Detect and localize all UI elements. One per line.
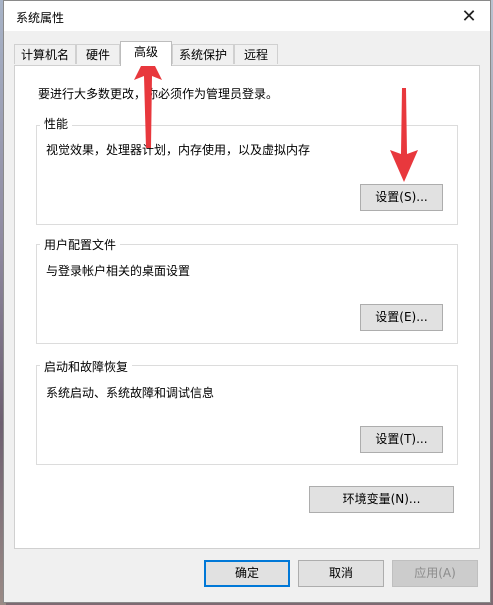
user-profiles-description: 与登录帐户相关的桌面设置 [46,264,191,278]
startup-recovery-group-title: 启动和故障恢复 [40,358,133,375]
title-bar: 系统属性 ✕ [4,1,490,31]
cancel-button[interactable]: 取消 [298,560,384,587]
tab-hardware[interactable]: 硬件 [76,44,120,64]
performance-group-title: 性能 [40,115,73,132]
user-profiles-group-title: 用户配置文件 [40,236,121,253]
tab-system-protection[interactable]: 系统保护 [172,44,234,64]
tab-remote[interactable]: 远程 [234,44,278,64]
performance-description: 视觉效果，处理器计划，内存使用，以及虚拟内存 [46,143,311,157]
ok-button[interactable]: 确定 [204,560,290,587]
user-profiles-settings-button[interactable]: 设置(E)... [360,304,443,331]
window-title: 系统属性 [16,11,65,25]
startup-recovery-description: 系统启动、系统故障和调试信息 [46,386,215,400]
tab-strip: 计算机名 硬件 高级 系统保护 远程 [14,41,480,66]
close-icon[interactable]: ✕ [454,3,484,29]
startup-recovery-settings-button[interactable]: 设置(T)... [360,426,443,453]
annotation-arrow-down-icon [390,88,418,182]
tab-advanced[interactable]: 高级 [120,41,172,66]
environment-variables-button[interactable]: 环境变量(N)... [309,486,454,513]
tab-computer-name[interactable]: 计算机名 [14,44,76,64]
performance-settings-button[interactable]: 设置(S)... [360,184,443,211]
apply-button[interactable]: 应用(A) [392,560,478,587]
